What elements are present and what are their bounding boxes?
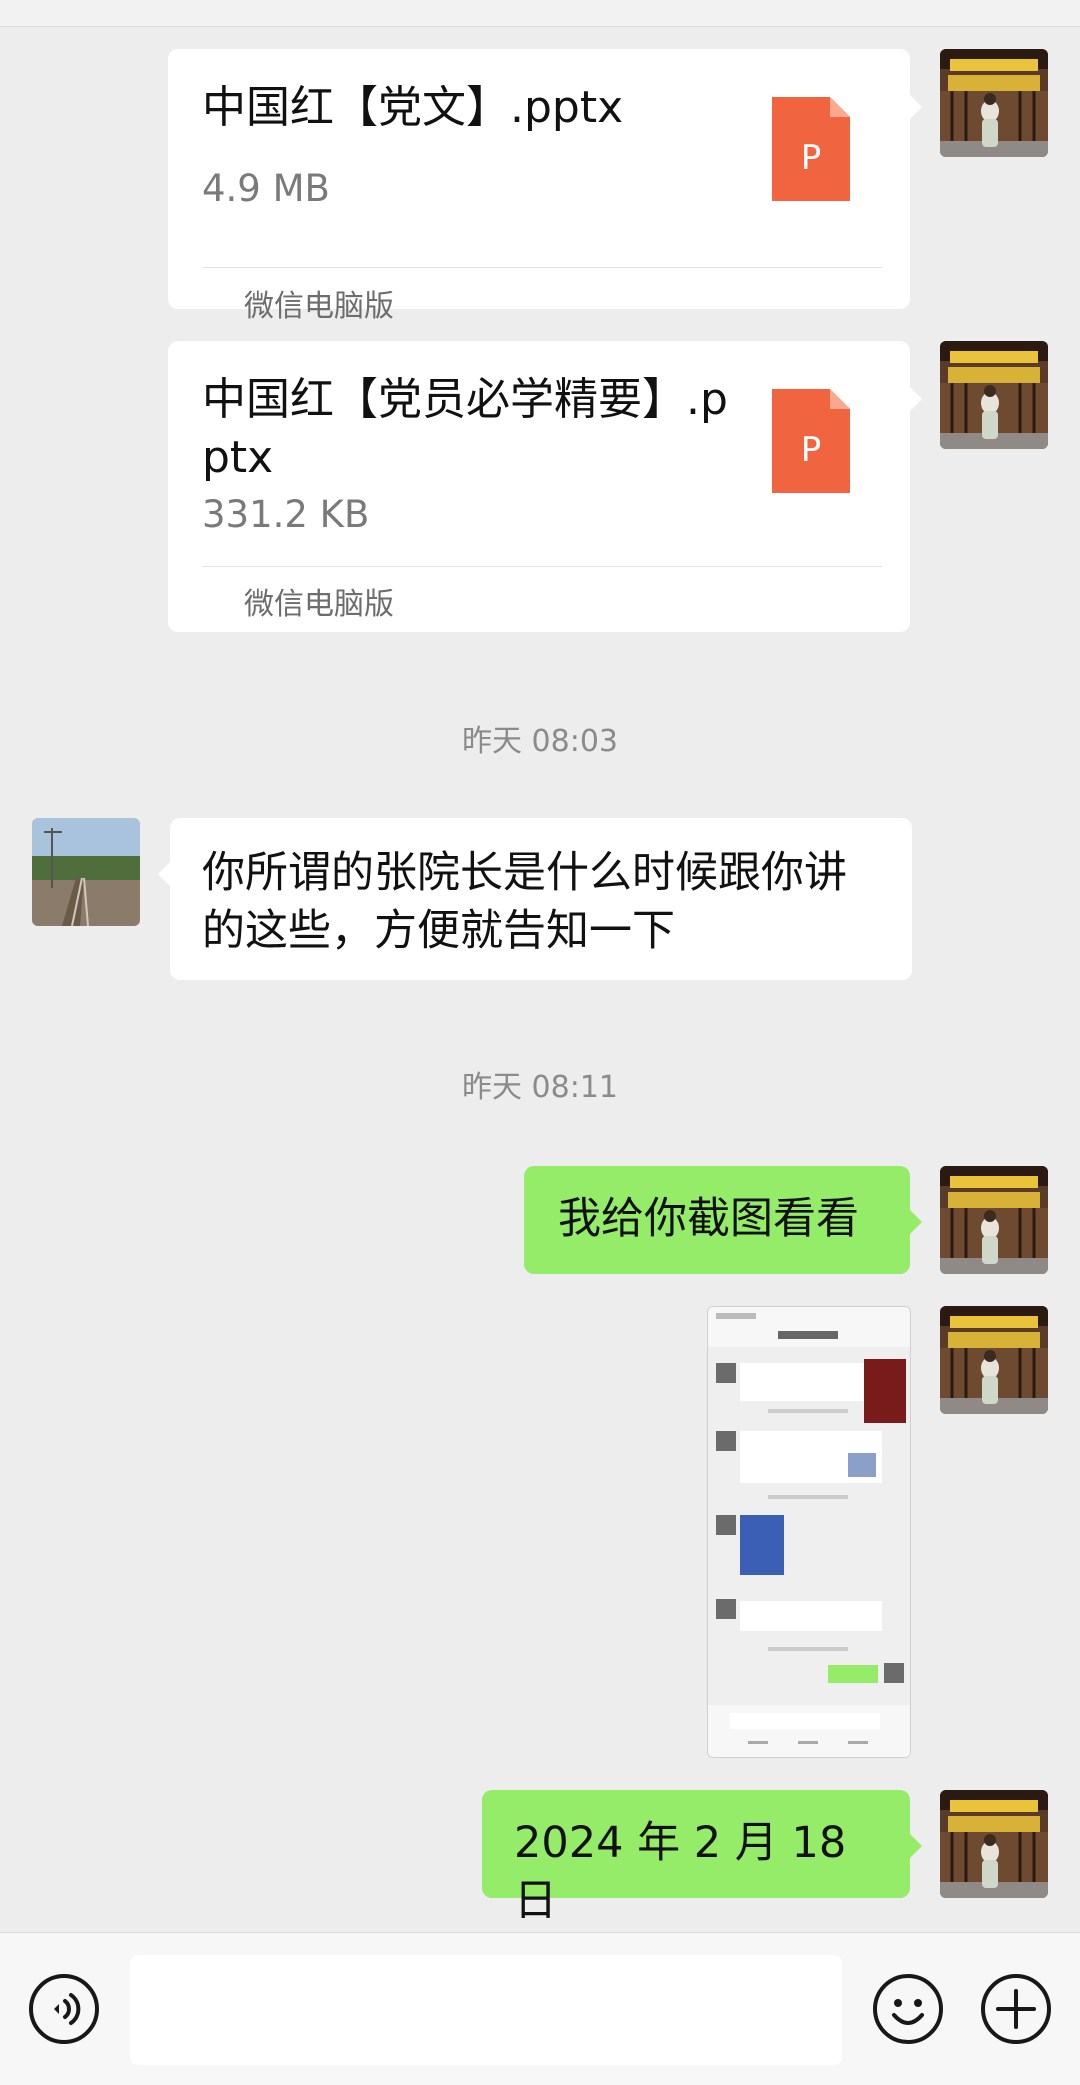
file-message[interactable]: 中国红【党文】.pptx 4.9 MB P 微信电脑版 <box>168 49 922 324</box>
top-edge <box>0 0 1080 27</box>
sent-message-bubble[interactable]: 2024 年 2 月 18 日 <box>482 1790 922 1926</box>
file-size: 331.2 KB <box>202 493 370 536</box>
chat-area[interactable]: 中国红【党文】.pptx 4.9 MB P 微信电脑版 中国红【党员必学精要】.… <box>0 26 1080 1932</box>
more-plus-button[interactable] <box>980 1973 1052 2045</box>
message-input[interactable] <box>130 1955 842 2065</box>
my-avatar[interactable] <box>940 1306 1048 1414</box>
emoji-button[interactable] <box>872 1973 944 2045</box>
file-message[interactable]: 中国红【党员必学精要】.pptx 331.2 KB P 微信电脑版 <box>168 341 922 632</box>
message-text: 你所谓的张院长是什么时候跟你讲的这些，方便就告知一下 <box>202 848 847 956</box>
file-divider <box>202 267 882 268</box>
file-size: 4.9 MB <box>202 167 330 210</box>
ppt-file-icon: P <box>772 389 850 493</box>
sent-image-screenshot[interactable] <box>707 1306 911 1758</box>
message-timestamp: 昨天 08:11 <box>462 1070 618 1105</box>
received-message-bubble[interactable]: 你所谓的张院长是什么时候跟你讲的这些，方便就告知一下 <box>158 818 912 980</box>
message-text: 2024 年 2 月 18 日 <box>514 1818 847 1926</box>
file-name: 中国红【党员必学精要】.pptx <box>202 374 728 483</box>
my-avatar[interactable] <box>940 1790 1048 1898</box>
sent-message-bubble[interactable]: 我给你截图看看 <box>524 1166 922 1274</box>
voice-button[interactable] <box>28 1973 100 2045</box>
message-timestamp: 昨天 08:03 <box>462 724 618 759</box>
ppt-file-icon: P <box>772 97 850 201</box>
input-bar <box>0 1932 1080 2085</box>
my-avatar[interactable] <box>940 49 1048 157</box>
message-text: 我给你截图看看 <box>558 1194 859 1244</box>
file-source: 微信电脑版 <box>244 289 394 324</box>
ppt-icon-letter: P <box>801 430 822 470</box>
my-avatar[interactable] <box>940 341 1048 449</box>
file-divider <box>202 566 882 567</box>
voice-icon <box>29 1974 99 2044</box>
plus-icon <box>981 1974 1051 2044</box>
contact-avatar[interactable] <box>32 818 140 926</box>
file-name: 中国红【党文】.pptx <box>202 82 624 133</box>
ppt-icon-letter: P <box>801 138 822 178</box>
file-source: 微信电脑版 <box>244 587 394 622</box>
my-avatar[interactable] <box>940 1166 1048 1274</box>
emoji-icon <box>873 1974 943 2044</box>
